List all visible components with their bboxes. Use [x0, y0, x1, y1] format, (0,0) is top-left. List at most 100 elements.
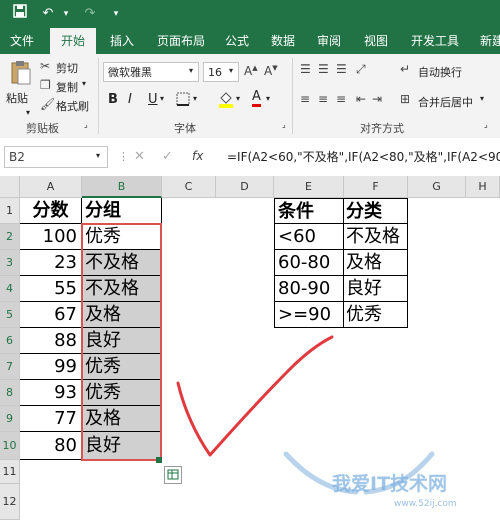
name-box[interactable]: B2: [4, 146, 108, 168]
row-header-1[interactable]: 1: [0, 198, 20, 224]
cell-b1[interactable]: 分组: [82, 198, 162, 224]
enter-icon[interactable]: ✓: [162, 149, 173, 164]
cell-e2[interactable]: <60: [274, 224, 344, 250]
format-painter-button[interactable]: 格式刷: [56, 98, 89, 114]
row-header-12[interactable]: 12: [0, 484, 20, 520]
cell-a8[interactable]: 93: [20, 380, 82, 406]
cell-f5[interactable]: 优秀: [343, 302, 408, 328]
redo-icon[interactable]: ↷: [80, 4, 100, 24]
paste-button-label[interactable]: 粘贴: [6, 90, 28, 106]
select-all-corner[interactable]: [0, 176, 20, 198]
cell-a9[interactable]: 77: [20, 406, 82, 432]
align-right-icon[interactable]: ≡: [336, 92, 346, 106]
orientation-icon[interactable]: ⤢: [356, 62, 366, 77]
column-header-a[interactable]: A: [20, 176, 82, 198]
cell-e4[interactable]: 80-90: [274, 276, 344, 302]
undo-dropdown-icon[interactable]: ▾: [56, 4, 76, 24]
column-header-g[interactable]: G: [408, 176, 466, 198]
tab-review[interactable]: 审阅: [310, 28, 348, 54]
tab-data[interactable]: 数据: [264, 28, 302, 54]
copy-dropdown-icon[interactable]: ▾: [82, 79, 86, 88]
cell-f1[interactable]: 分类: [343, 198, 408, 224]
undo-icon[interactable]: ↶: [38, 4, 58, 24]
row-header-2[interactable]: 2: [0, 224, 20, 250]
cell-a1[interactable]: 分数: [20, 198, 82, 224]
row-header-3[interactable]: 3: [0, 250, 20, 276]
cell-a4[interactable]: 55: [20, 276, 82, 302]
borders-dropdown-icon[interactable]: ▾: [193, 94, 197, 103]
copy-button[interactable]: 复制: [56, 79, 78, 95]
borders-icon[interactable]: [176, 92, 190, 109]
paste-dropdown-icon[interactable]: ▾: [26, 108, 30, 117]
font-color-dropdown-icon[interactable]: ▾: [266, 94, 270, 103]
cell-e5[interactable]: >=90: [274, 302, 344, 328]
column-header-b[interactable]: B: [82, 176, 162, 198]
cell-f4[interactable]: 良好: [343, 276, 408, 302]
merge-center-dropdown-icon[interactable]: ▾: [480, 94, 484, 103]
tab-developer[interactable]: 开发工具: [404, 28, 466, 54]
column-header-c[interactable]: C: [162, 176, 216, 198]
font-name-select[interactable]: 微软雅黑: [103, 62, 199, 82]
font-color-icon[interactable]: A: [252, 90, 261, 107]
align-bottom-icon[interactable]: ☰: [336, 62, 347, 76]
align-top-icon[interactable]: ☰: [300, 62, 311, 76]
italic-button[interactable]: I: [128, 92, 132, 107]
row-header-4[interactable]: 4: [0, 276, 20, 302]
row-header-9[interactable]: 9: [0, 406, 20, 432]
font-size-dropdown-icon[interactable]: ▾: [229, 66, 233, 75]
cell-a6[interactable]: 88: [20, 328, 82, 354]
tab-view[interactable]: 视图: [357, 28, 395, 54]
customize-qat-icon[interactable]: ▾: [106, 4, 126, 24]
cell-a10[interactable]: 80: [20, 432, 82, 460]
column-header-h[interactable]: H: [466, 176, 500, 198]
wrap-text-button[interactable]: 自动换行: [418, 64, 462, 80]
tab-home[interactable]: 开始: [50, 28, 96, 54]
column-header-d[interactable]: D: [216, 176, 274, 198]
paste-icon[interactable]: [10, 60, 32, 89]
row-header-8[interactable]: 8: [0, 380, 20, 406]
row-header-5[interactable]: 5: [0, 302, 20, 328]
fill-color-dropdown-icon[interactable]: ▾: [236, 94, 240, 103]
merge-center-button[interactable]: 合并后居中: [418, 94, 473, 110]
increase-indent-icon[interactable]: ⇥: [372, 92, 382, 106]
underline-button[interactable]: U: [148, 92, 158, 107]
cell-e3[interactable]: 60-80: [274, 250, 344, 276]
copy-icon[interactable]: ❐: [40, 78, 51, 92]
cell-a2[interactable]: 100: [20, 224, 82, 250]
increase-font-icon[interactable]: A▲: [244, 64, 258, 78]
tab-insert[interactable]: 插入: [100, 28, 144, 54]
font-launcher-icon[interactable]: ⌟: [282, 120, 286, 129]
align-middle-icon[interactable]: ☰: [318, 62, 329, 76]
cell-a7[interactable]: 99: [20, 354, 82, 380]
bold-button[interactable]: B: [108, 92, 118, 107]
insert-function-icon[interactable]: fx: [192, 149, 203, 163]
row-header-6[interactable]: 6: [0, 328, 20, 354]
tab-page-layout[interactable]: 页面布局: [150, 28, 212, 54]
cut-button[interactable]: 剪切: [56, 60, 78, 76]
column-header-f[interactable]: F: [344, 176, 408, 198]
cell-a5[interactable]: 67: [20, 302, 82, 328]
fill-color-icon[interactable]: [218, 90, 234, 111]
fill-handle[interactable]: [156, 457, 162, 463]
save-icon[interactable]: [10, 4, 30, 24]
name-box-dropdown-icon[interactable]: ▾: [96, 151, 100, 160]
cell-a3[interactable]: 23: [20, 250, 82, 276]
merge-center-icon[interactable]: ⊞: [400, 92, 410, 106]
decrease-font-icon[interactable]: A▼: [264, 64, 278, 78]
row-header-7[interactable]: 7: [0, 354, 20, 380]
clipboard-launcher-icon[interactable]: ⌟: [84, 120, 88, 129]
row-header-10[interactable]: 10: [0, 432, 20, 460]
underline-dropdown-icon[interactable]: ▾: [160, 94, 164, 103]
row-header-11[interactable]: 11: [0, 460, 20, 484]
tab-formulas[interactable]: 公式: [218, 28, 256, 54]
cell-f3[interactable]: 及格: [343, 250, 408, 276]
column-header-e[interactable]: E: [274, 176, 344, 198]
tab-new[interactable]: 新建: [472, 28, 500, 54]
alignment-launcher-icon[interactable]: ⌟: [484, 120, 488, 129]
cancel-icon[interactable]: ✕: [134, 149, 145, 164]
format-painter-icon[interactable]: 🖌: [40, 97, 55, 111]
cut-icon[interactable]: ✂: [40, 59, 50, 73]
decrease-indent-icon[interactable]: ⇤: [356, 92, 366, 106]
font-size-select[interactable]: 16: [203, 62, 239, 82]
cell-e1[interactable]: 条件: [274, 198, 344, 224]
